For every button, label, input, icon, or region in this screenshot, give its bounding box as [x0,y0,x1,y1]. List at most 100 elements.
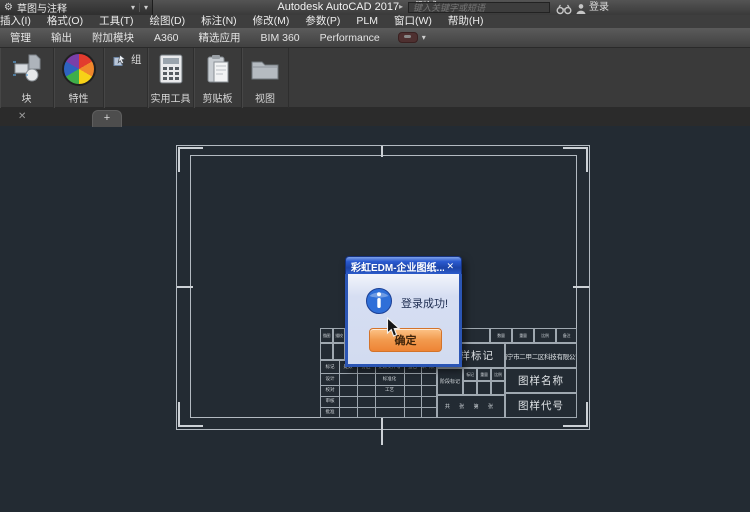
ribbon-tab-bim360[interactable]: BIM 360 [251,28,310,48]
revision-header: 标记 [321,364,339,370]
panel-block-label: 块 [0,90,53,105]
ribbon-tab-manage[interactable]: 管理 [0,28,41,48]
dialog-close-icon[interactable]: ✕ [444,261,456,272]
dialog-message: 登录成功! [401,295,448,311]
drawing-name-cell: 图样名称 [505,368,577,393]
revision-table: 标记 处数 分区 更改文件号 签名 年、月、日 设计 标准化 校对 工艺 审核 … [320,360,437,418]
calculator-icon[interactable] [148,48,193,90]
workspace-selector[interactable]: ⚙ 草图与注释 ▾ ▾ [0,0,153,15]
dialog-body: 登录成功! 确定 [345,274,462,367]
titleblock-cell: 比例 [491,368,505,381]
search-input[interactable] [408,2,550,13]
revision-row-label: 标准化 [375,376,404,382]
corner-mark [563,147,588,149]
panel-view[interactable]: 视图 [242,48,289,108]
menu-modify[interactable]: 修改(M) [245,15,298,28]
panel-view-label: 视图 [242,90,288,105]
ribbon-tab-performance[interactable]: Performance [310,28,390,48]
new-tab-button[interactable]: + [92,110,122,127]
ribbon-tab-featured-apps[interactable]: 精选应用 [189,28,251,48]
mouse-cursor [386,317,401,343]
titleblock-cell: 标记 [463,368,477,381]
panel-group[interactable]: 组 [104,48,148,108]
ribbon-tab-a360[interactable]: A360 [144,28,189,48]
corner-mark [178,147,203,149]
menu-plm[interactable]: PLM [348,15,386,28]
menu-bar: 插入(I) 格式(O) 工具(T) 绘图(D) 标注(N) 修改(M) 参数(P… [0,15,750,28]
titleblock-cell: 备注 [556,328,577,343]
block-icon[interactable] [0,48,53,90]
drawing-code-cell: 图样代号 [505,393,577,418]
ribbon-tab-bar: 管理 输出 附加模块 A360 精选应用 BIM 360 Performance… [0,28,750,48]
corner-mark [563,425,588,427]
revision-row-label: 批准 [321,409,339,415]
corner-mark [178,147,180,172]
corner-mark [178,402,180,427]
revision-row-label: 工艺 [375,387,404,393]
titleblock-cell [320,343,333,360]
view-folder-icon[interactable] [242,48,288,90]
revision-row-label: 设计 [321,376,339,382]
sign-in-button[interactable]: 登录 [589,0,609,15]
panel-properties-label: 特性 [54,90,103,105]
menu-draw[interactable]: 绘图(D) [142,15,194,28]
revision-row-label: 校对 [321,387,339,393]
titleblock-cell: 数量 [490,328,512,343]
centering-mark [573,286,589,288]
centering-mark [381,417,383,445]
titleblock-cell [477,381,491,395]
chevron-down-icon[interactable]: ▾ [131,3,135,12]
titleblock-cell [463,381,477,395]
menu-dimension[interactable]: 标注(N) [193,15,245,28]
titleblock-cell: 描图 [320,328,333,343]
panel-utilities-label: 实用工具 [148,90,193,105]
info-icon [365,287,393,320]
color-wheel-icon[interactable] [62,52,96,86]
close-tab-icon[interactable]: ✕ [18,111,26,123]
panel-group-label: 组 [131,54,142,67]
panel-properties[interactable]: 特性 [54,48,104,108]
panel-block[interactable]: 块 [0,48,54,108]
login-result-dialog: 彩虹EDM-企业图纸... ✕ 登录成功! 确定 [345,256,462,367]
revision-row-label: 审核 [321,398,339,404]
menu-tools[interactable]: 工具(T) [91,15,141,28]
titleblock-cell: 描校 [333,328,345,343]
centering-mark [381,146,383,157]
workspace-label: 草图与注释 [17,0,67,15]
panel-clipboard[interactable]: 剪贴板 [194,48,242,108]
ribbon-tab-output[interactable]: 输出 [41,28,82,48]
corner-mark [586,147,588,172]
file-tab-bar: ✕ + [0,108,750,126]
chevron-down-icon[interactable]: ▾ [422,33,426,42]
titleblock-cell: 重量 [477,368,491,381]
company-name-cell: 南宁市二甲二区科技有限公司 [505,343,577,368]
chevron-down-icon[interactable]: ▾ [139,3,148,12]
panel-utilities[interactable]: 实用工具 [148,48,194,108]
panel-clipboard-label: 剪贴板 [194,90,241,105]
menu-insert[interactable]: 插入(I) [0,15,39,28]
corner-mark [586,402,588,427]
titleblock-cell: 重量 [512,328,534,343]
menu-parametric[interactable]: 参数(P) [297,15,348,28]
collapse-search-icon[interactable]: ▸ [399,2,403,11]
stage-mark-cell: 阶段标记 [437,368,463,395]
clipboard-icon[interactable] [194,48,241,90]
gear-icon: ⚙ [4,3,13,13]
menu-window[interactable]: 窗口(W) [386,15,440,28]
app-titlebar: ⚙ 草图与注释 ▾ ▾ Autodesk AutoCAD 2017测试32.dw… [0,0,750,15]
sheet-count-cell: 共 张 第 张 [437,395,505,418]
ribbon-tab-addins[interactable]: 附加模块 [82,28,144,48]
titleblock-cell: 比例 [534,328,556,343]
titleblock-cell [333,343,345,360]
ribbon-panels: 块 特性 组 [0,48,750,108]
dialog-title: 彩虹EDM-企业图纸... [351,259,444,274]
group-icon[interactable] [113,54,126,72]
dialog-titlebar[interactable]: 彩虹EDM-企业图纸... ✕ [345,256,462,275]
menu-help[interactable]: 帮助(H) [440,15,492,28]
corner-mark [178,425,203,427]
menu-format[interactable]: 格式(O) [39,15,91,28]
screencast-icon[interactable] [398,32,418,43]
ok-button[interactable]: 确定 [369,328,442,352]
titleblock-cell [491,381,505,395]
centering-mark [177,286,193,288]
